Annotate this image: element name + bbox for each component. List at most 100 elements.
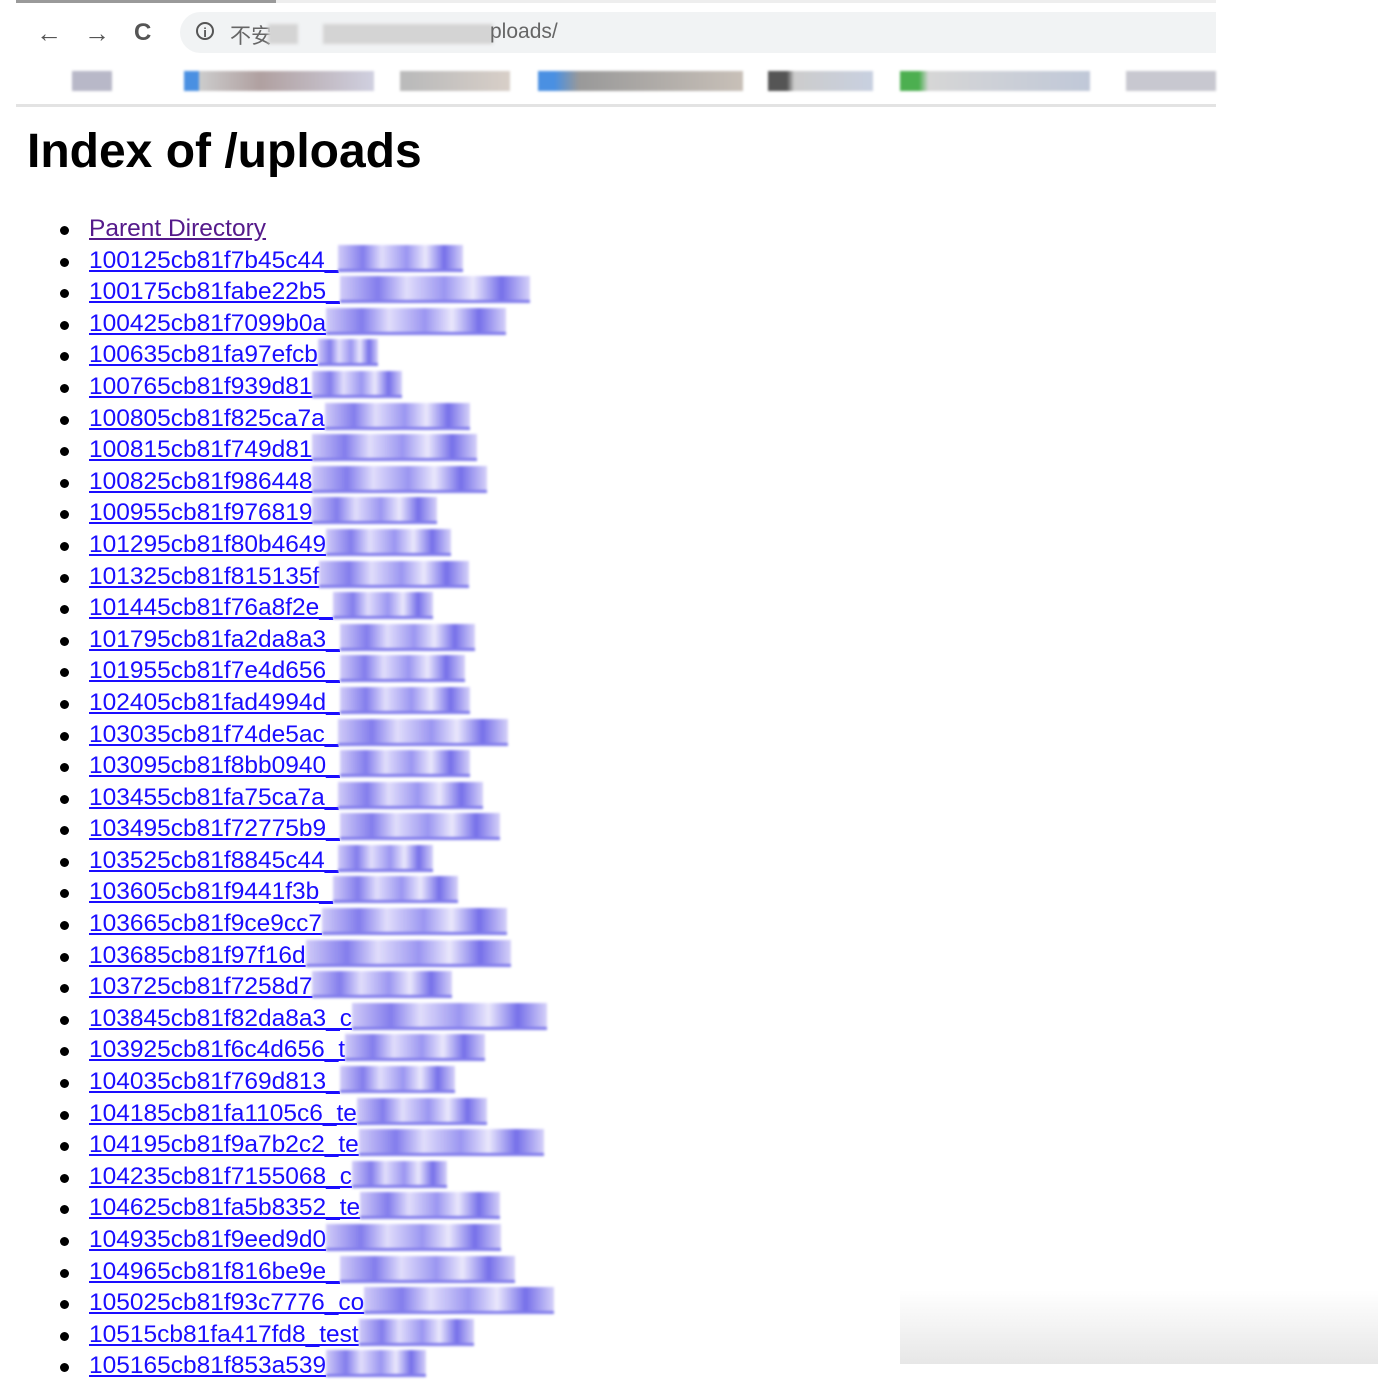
redacted-filename-part (305, 939, 511, 967)
file-link[interactable]: 104965cb81f816be9e_ (89, 1255, 515, 1285)
list-item: 104185cb81fa1105c6_te (60, 1097, 554, 1130)
redacted-filename-part (339, 813, 500, 841)
redacted-filename-part (339, 750, 470, 778)
file-link[interactable]: 100815cb81f749d81 (89, 434, 478, 463)
redacted-filename-part (339, 655, 465, 683)
back-arrow-icon[interactable]: ← (36, 19, 62, 47)
file-link[interactable]: 101795cb81fa2da8a3_ (89, 623, 475, 653)
file-link[interactable]: 101325cb81f815135f (89, 560, 470, 590)
file-name: 104965cb81f816be9e_ (89, 1257, 340, 1285)
file-link[interactable]: 104935cb81f9eed9d0 (89, 1224, 502, 1253)
bookmark-item[interactable] (72, 71, 112, 91)
file-link[interactable]: 103455cb81fa75ca7a_ (89, 781, 484, 811)
file-link[interactable]: 100175cb81fabe22b5_ (89, 276, 530, 306)
redacted-filename-part (319, 560, 470, 588)
info-icon[interactable]: i (196, 22, 214, 40)
list-item: 101955cb81f7e4d656_ (60, 655, 554, 687)
file-link[interactable]: 104195cb81f9a7b2c2_te (89, 1129, 544, 1158)
redacted-filename-part (338, 244, 464, 272)
bookmark-item[interactable] (768, 71, 873, 91)
file-link[interactable]: 100805cb81f825ca7a (89, 402, 470, 432)
file-link[interactable]: 103095cb81f8bb0940_ (89, 750, 470, 780)
list-item: 101795cb81fa2da8a3_ (60, 623, 554, 656)
page-title: Index of /uploads (27, 125, 422, 178)
file-link[interactable]: 100765cb81f939d81 (89, 370, 403, 400)
redacted-filename-part (332, 876, 458, 904)
file-name: 100805cb81f825ca7a (89, 404, 325, 432)
redacted-filename-part (317, 339, 378, 367)
forward-arrow-icon[interactable]: → (84, 19, 110, 47)
file-name: 104035cb81f769d813_ (89, 1068, 340, 1096)
file-link[interactable]: 104625cb81fa5b8352_te (89, 1192, 501, 1222)
file-link[interactable]: 100125cb81f7b45c44_ (89, 244, 464, 274)
file-name: 103095cb81f8bb0940_ (89, 752, 340, 780)
list-item: 102405cb81fad4994d_ (60, 686, 554, 719)
file-link[interactable]: 101955cb81f7e4d656_ (89, 655, 465, 685)
file-name: 100175cb81fabe22b5_ (89, 278, 340, 306)
bookmark-item[interactable] (1126, 71, 1216, 91)
list-item: 104235cb81f7155068_c (60, 1160, 554, 1193)
file-name: 103925cb81f6c4d656_t (89, 1036, 346, 1064)
file-link[interactable]: 100955cb81f976819 (89, 497, 438, 527)
file-link[interactable]: 103495cb81f72775b9_ (89, 813, 500, 842)
list-item: 100425cb81f7099b0a (60, 307, 554, 340)
file-link[interactable]: 100425cb81f7099b0a (89, 307, 507, 337)
list-item: 103665cb81f9ce9cc7 (60, 908, 554, 940)
file-link[interactable]: 101445cb81f76a8f2e_ (89, 592, 433, 621)
file-name: 104625cb81fa5b8352_te (89, 1194, 361, 1222)
list-item: 105025cb81f93c7776_co (60, 1287, 555, 1319)
file-link[interactable]: 103845cb81f82da8a3_c (89, 1002, 547, 1032)
parent-directory-link[interactable]: Parent Directory (89, 215, 266, 242)
list-item: 100805cb81f825ca7a (60, 402, 554, 435)
file-name: 105165cb81f853a539 (89, 1352, 327, 1380)
file-link[interactable]: 103525cb81f8845c44_ (89, 844, 434, 874)
list-item: 104965cb81f816be9e_ (60, 1255, 554, 1288)
file-link[interactable]: 102405cb81fad4994d_ (89, 686, 470, 716)
file-name: 103455cb81fa75ca7a_ (89, 783, 339, 811)
file-link[interactable]: 105165cb81f853a539 (89, 1350, 427, 1380)
list-item: 103095cb81f8bb0940_ (60, 750, 554, 782)
reload-icon[interactable]: C (134, 19, 151, 47)
file-name: 105025cb81f93c7776_co (89, 1289, 365, 1317)
file-link[interactable]: 103665cb81f9ce9cc7 (89, 908, 507, 937)
bookmark-item[interactable] (184, 71, 374, 91)
bookmark-item[interactable] (538, 71, 743, 91)
list-item: Parent Directory (60, 213, 554, 245)
file-link[interactable]: 103925cb81f6c4d656_t (89, 1034, 486, 1064)
bookmark-item[interactable] (400, 71, 510, 91)
redacted-filename-part (326, 528, 452, 556)
address-bar[interactable]: i 不安 ploads/ (180, 12, 1216, 53)
file-name: 101955cb81f7e4d656_ (89, 657, 340, 685)
file-name: 103525cb81f8845c44_ (89, 846, 339, 874)
list-item: 10515cb81fa417fd8_test (60, 1318, 554, 1351)
redacted-filename-part (338, 781, 484, 809)
redacted-filename-part (358, 1129, 544, 1157)
file-link[interactable]: 103685cb81f97f16d (89, 939, 511, 969)
file-link[interactable]: 105025cb81f93c7776_co (89, 1287, 555, 1317)
file-link[interactable]: 104035cb81f769d813_ (89, 1066, 455, 1096)
list-item: 103725cb81f7258d7 (60, 971, 554, 1003)
file-name: 104935cb81f9eed9d0 (89, 1226, 327, 1253)
file-link[interactable]: 103725cb81f7258d7 (89, 971, 453, 1000)
list-item: 100175cb81fabe22b5_ (60, 276, 554, 308)
file-link[interactable]: 103035cb81f74de5ac_ (89, 718, 509, 748)
file-link[interactable]: 10515cb81fa417fd8_test (89, 1318, 474, 1348)
bookmark-item[interactable] (900, 71, 1090, 91)
file-list: Parent Directory 100125cb81f7b45c44_ 1001… (60, 213, 555, 1382)
file-name: 100425cb81f7099b0a (89, 309, 327, 337)
file-link[interactable]: 104235cb81f7155068_c (89, 1160, 447, 1190)
list-item: 101325cb81f815135f (60, 560, 554, 593)
file-link[interactable]: 101295cb81f80b4649 (89, 528, 452, 558)
file-name: 100955cb81f976819 (89, 499, 313, 527)
redacted-filename-part (326, 1224, 502, 1251)
file-link[interactable]: 100635cb81fa97efcb (89, 339, 378, 368)
list-item: 104035cb81f769d813_ (60, 1066, 554, 1098)
file-name: 101295cb81f80b4649 (89, 530, 327, 558)
list-item: 103035cb81f74de5ac_ (60, 718, 554, 751)
file-link[interactable]: 104185cb81fa1105c6_te (89, 1097, 487, 1127)
redacted-filename-part (338, 844, 434, 872)
file-link[interactable]: 103605cb81f9441f3b_ (89, 876, 458, 905)
redacted-filename-part (364, 1287, 555, 1315)
file-name: 103845cb81f82da8a3_c (89, 1004, 352, 1032)
file-link[interactable]: 100825cb81f986448 (89, 465, 488, 495)
